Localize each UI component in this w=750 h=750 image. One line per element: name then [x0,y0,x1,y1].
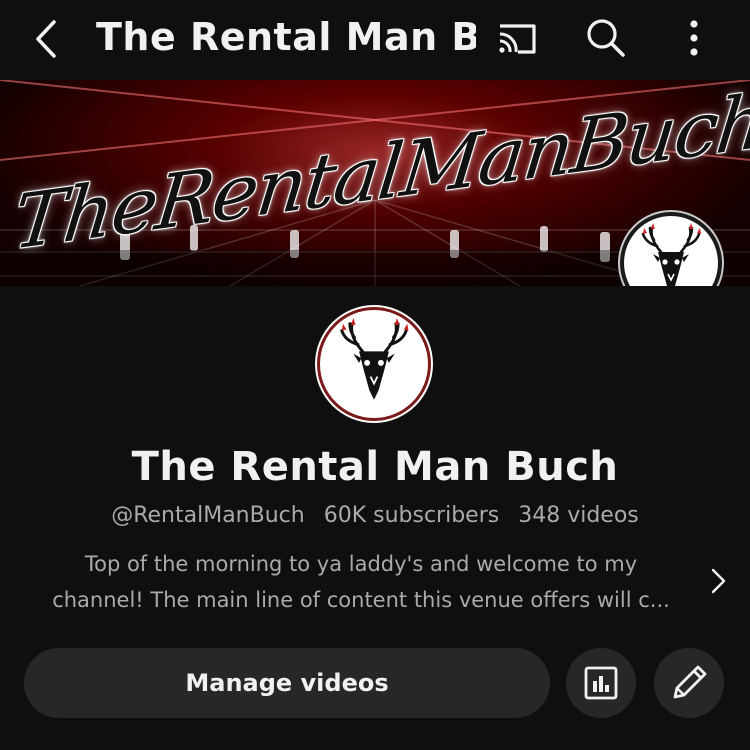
channel-meta: @RentalManBuch 60K subscribers 348 video… [0,503,750,528]
back-button[interactable] [28,14,68,64]
channel-avatar[interactable] [320,310,428,418]
description-line-2: channel! The main line of content this v… [52,588,670,612]
manage-videos-button[interactable]: Manage videos [24,648,550,718]
analytics-icon [584,666,618,700]
back-icon [36,20,56,58]
description-line-1: Top of the morning to ya laddy's and wel… [84,552,638,576]
more-vertical-icon [690,20,698,56]
deer-skull-icon [627,219,715,286]
page-title: The Rental Man B... [96,15,476,59]
video-count: 348 videos [518,503,639,528]
channel-handle: @RentalManBuch [111,503,305,528]
deer-skull-icon [323,313,425,415]
cast-button[interactable] [494,18,540,58]
channel-name: The Rental Man Buch [131,444,619,490]
more-options-button[interactable] [676,16,712,60]
cast-icon [499,24,536,54]
top-app-bar: The Rental Man B... [0,0,750,78]
description-expand-button[interactable] [706,566,730,596]
subscriber-count: 60K subscribers [323,503,500,528]
search-button[interactable] [584,16,628,60]
analytics-button[interactable] [566,648,636,718]
banner-logo [624,216,718,286]
search-icon [587,19,625,57]
channel-description[interactable]: Top of the morning to ya laddy's and wel… [26,546,696,618]
pencil-icon [673,665,707,699]
edit-channel-button[interactable] [654,648,724,718]
channel-banner: TheRentalManBuch [0,80,750,286]
chevron-right-icon [711,568,726,594]
